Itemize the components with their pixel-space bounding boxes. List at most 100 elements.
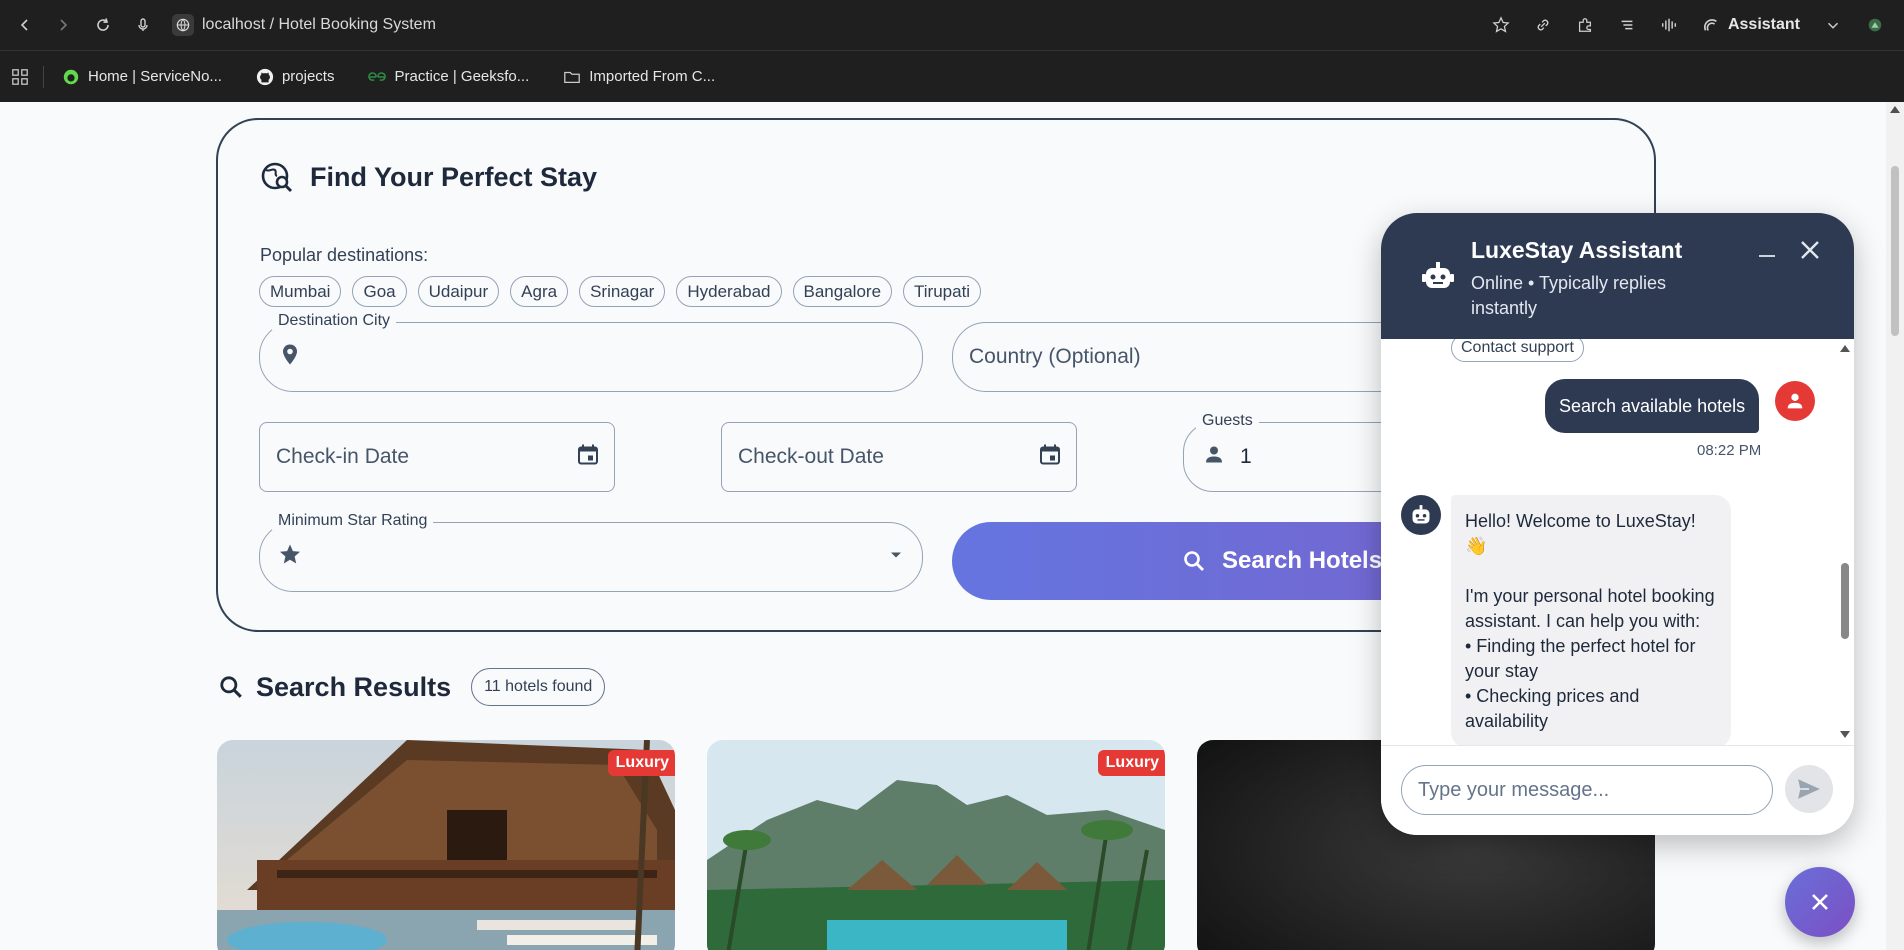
bookmark-star-icon[interactable] [1492, 16, 1510, 34]
star-rating-select[interactable]: Minimum Star Rating [259, 512, 923, 592]
destination-chip[interactable]: Udaipur [417, 276, 500, 307]
folder-icon [564, 71, 581, 83]
destination-chip[interactable]: Hyderabad [676, 276, 782, 307]
destination-chip[interactable]: Bangalore [792, 276, 893, 307]
destination-city-field[interactable]: Destination City [259, 312, 923, 392]
chat-message-input[interactable]: Type your message... [1401, 765, 1773, 815]
scroll-thumb[interactable] [1891, 166, 1899, 336]
chat-scroll-down-arrow[interactable] [1840, 731, 1850, 738]
chat-title: LuxeStay Assistant [1471, 237, 1683, 263]
assistant-button[interactable]: Assistant [1702, 16, 1800, 34]
destination-chip[interactable]: Srinagar [579, 276, 666, 307]
bookmark-label: Imported From C... [589, 68, 716, 85]
bot-message: Hello! Welcome to LuxeStay! 👋 I'm your p… [1451, 495, 1731, 745]
checkin-placeholder: Check-in Date [276, 445, 410, 468]
search-results-header: Search Results 11 hotels found [218, 668, 606, 706]
github-icon [256, 68, 274, 85]
search-form-title: Find Your Perfect Stay [260, 160, 597, 194]
search-title-text: Find Your Perfect Stay [310, 161, 598, 192]
extensions-icon[interactable] [1576, 16, 1594, 34]
apps-grid-icon[interactable] [11, 68, 29, 86]
forward-button[interactable] [52, 14, 74, 36]
bookmark-geeksforgeeks[interactable]: Practice | Geeksfo... [368, 68, 529, 86]
dropdown-arrow-icon[interactable] [884, 543, 908, 572]
minimize-button[interactable] [1759, 255, 1775, 257]
chevron-down-icon[interactable] [1824, 16, 1842, 34]
close-icon[interactable] [1797, 237, 1823, 263]
checkout-placeholder: Check-out Date [738, 445, 884, 468]
user-message: Search available hotels [1545, 379, 1760, 433]
bookmark-imported-folder[interactable]: Imported From C... [563, 68, 715, 86]
address-text: localhost / Hotel Booking System [202, 16, 436, 33]
calendar-icon[interactable] [1038, 443, 1062, 472]
servicenow-icon [63, 69, 79, 84]
person-icon [1202, 443, 1226, 472]
link-icon[interactable] [1534, 16, 1552, 34]
checkout-date-field[interactable]: Check-out Date [721, 422, 1077, 492]
bookmark-label: Practice | Geeksfo... [394, 68, 530, 85]
robot-icon [1412, 505, 1430, 524]
person-icon [1787, 393, 1803, 409]
chat-scroll-up-arrow[interactable] [1840, 345, 1850, 352]
country-placeholder: Country (Optional) [969, 345, 1141, 368]
contact-support-chip[interactable]: Contact support [1451, 339, 1584, 362]
guests-label: Guests [1196, 412, 1259, 430]
destination-chip[interactable]: Tirupati [903, 276, 982, 307]
bookmark-servicenow[interactable]: Home | ServiceNo... [62, 68, 222, 86]
scroll-up-arrow[interactable] [1890, 106, 1900, 113]
popular-destinations-list: Mumbai Goa Udaipur Agra Srinagar Hyderab… [259, 276, 982, 307]
chat-input-area: Type your message... [1381, 745, 1854, 835]
audio-wave-icon[interactable] [1660, 16, 1678, 34]
robot-icon [1422, 262, 1454, 288]
chat-header: LuxeStay Assistant Online • Typically re… [1381, 213, 1854, 339]
destination-chip[interactable]: Agra [510, 276, 569, 307]
bookmarks-bar: Home | ServiceNo... projects Practice | … [0, 51, 1904, 102]
search-hotels-label: Search Hotels [1222, 547, 1383, 574]
bot-avatar [1401, 495, 1441, 535]
reload-icon [97, 18, 109, 31]
address-bar[interactable]: localhost / Hotel Booking System [172, 14, 436, 36]
bookmarks-separator [43, 65, 44, 88]
reading-list-icon[interactable] [1618, 16, 1636, 34]
luxury-badge: Luxury [607, 750, 675, 776]
star-icon [278, 543, 302, 572]
location-pin-icon [278, 343, 302, 372]
message-timestamp: 08:22 PM [1697, 442, 1762, 459]
profile-icon[interactable] [1866, 16, 1884, 34]
voice-search-button[interactable] [132, 14, 154, 36]
microphone-icon [138, 18, 148, 31]
chat-widget: LuxeStay Assistant Online • Typically re… [1381, 213, 1854, 835]
hotels-found-badge: 11 hotels found [471, 668, 606, 706]
assistant-label: Assistant [1727, 16, 1800, 33]
reload-button[interactable] [92, 14, 114, 36]
checkin-date-field[interactable]: Check-in Date [259, 422, 615, 492]
search-results-title: Search Results [256, 671, 452, 702]
user-avatar [1775, 381, 1815, 421]
travel-explore-icon [261, 162, 293, 193]
destination-chip[interactable]: Mumbai [259, 276, 342, 307]
close-icon [1812, 894, 1828, 910]
hotel-image [217, 740, 675, 950]
send-button[interactable] [1785, 765, 1833, 813]
chat-scrollbar[interactable] [1838, 339, 1852, 745]
geeksforgeeks-icon [368, 71, 387, 81]
search-icon [1184, 551, 1204, 571]
site-info-icon[interactable] [172, 14, 194, 36]
destination-chip[interactable]: Goa [352, 276, 407, 307]
browser-toolbar: localhost / Hotel Booking System Assista… [0, 0, 1904, 51]
calendar-icon[interactable] [576, 443, 600, 472]
destination-city-label: Destination City [272, 312, 397, 330]
send-icon [1798, 779, 1820, 799]
chat-status: Online • Typically replies instantly [1471, 273, 1667, 318]
guests-value: 1 [1240, 445, 1252, 468]
popular-destinations-label: Popular destinations: [260, 245, 429, 265]
hotel-card[interactable]: Luxury [707, 740, 1165, 950]
chat-toggle-button[interactable] [1785, 867, 1855, 937]
hotel-card[interactable]: Luxury [217, 740, 675, 950]
chat-messages[interactable]: Contact support Search available hotels … [1381, 339, 1854, 745]
star-rating-label: Minimum Star Rating [272, 512, 434, 530]
bookmark-projects[interactable]: projects [256, 68, 334, 86]
page-scrollbar[interactable] [1886, 102, 1904, 950]
back-button[interactable] [14, 14, 36, 36]
chat-scroll-thumb[interactable] [1841, 563, 1849, 639]
